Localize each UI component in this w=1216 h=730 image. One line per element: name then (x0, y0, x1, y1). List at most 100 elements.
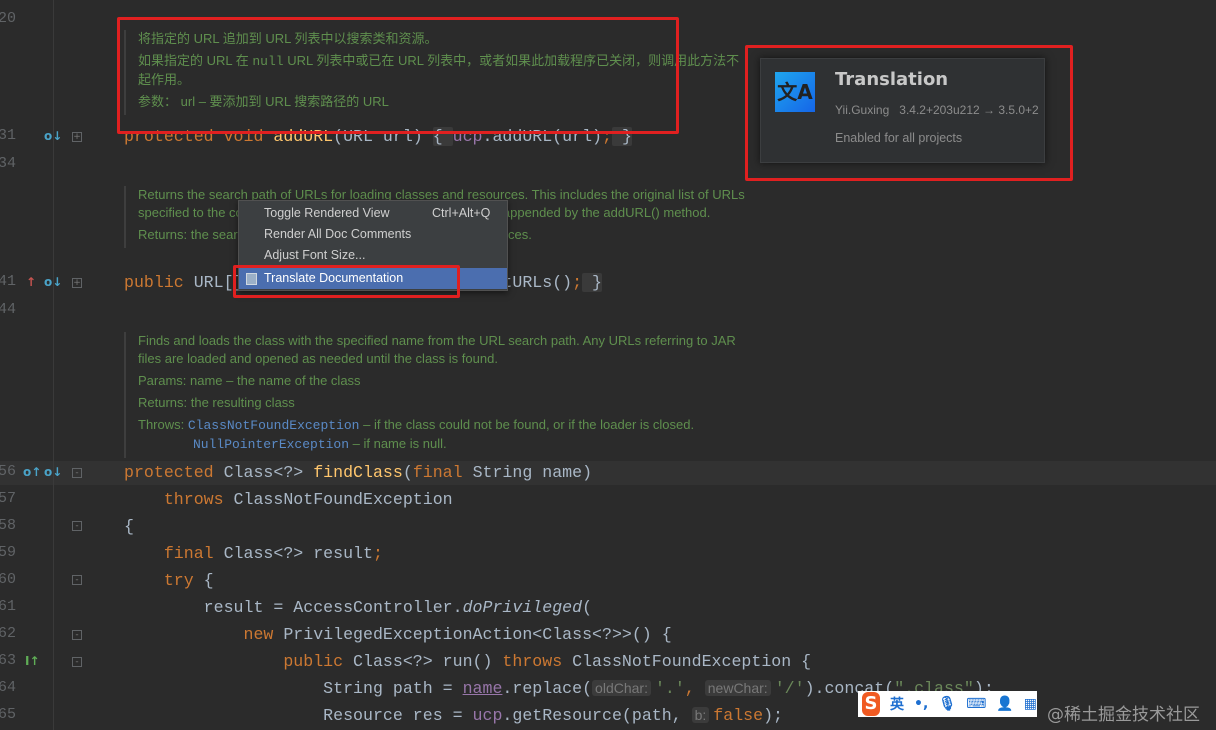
menu-item-label: Adjust Font Size... (264, 248, 366, 262)
parameter-hint: oldChar: (592, 680, 651, 696)
code-token: } (582, 273, 603, 292)
doc-text: – if the class could not be found, or if… (359, 417, 695, 432)
implementing-method-icon[interactable]: o↓ (44, 129, 62, 143)
doc-returns: Returns: the resulting class (138, 395, 295, 410)
code-token: { (203, 571, 214, 590)
line-number: 31 (0, 127, 17, 144)
fold-toggle[interactable]: - (72, 521, 82, 531)
code-line[interactable]: result = AccessController.doPrivileged( (124, 598, 592, 618)
implements-icon[interactable]: I↑ (25, 654, 40, 668)
code-token: ); (763, 706, 784, 725)
code-line[interactable]: Resource res = ucp.getResource(path, b: f… (124, 706, 783, 726)
punctuation-toggle[interactable]: •, (914, 696, 928, 712)
fold-toggle[interactable]: + (72, 278, 82, 288)
annotation-box (117, 17, 679, 134)
doc-params: Params: name – the name of the class (138, 373, 361, 388)
code-line[interactable]: new PrivilegedExceptionAction<Class<?>>(… (124, 625, 672, 645)
code-token: ucp (472, 706, 503, 725)
fold-toggle[interactable]: - (72, 468, 82, 478)
code-token: protected (124, 463, 224, 482)
fold-toggle[interactable]: + (72, 132, 82, 142)
doc-text: – if name is null. (349, 436, 447, 451)
line-number: 62 (0, 625, 17, 642)
menu-shortcut: Ctrl+Alt+Q (432, 206, 491, 220)
line-number: 56 (0, 463, 17, 480)
code-token: public (124, 652, 354, 671)
code-token: '.' (654, 679, 685, 698)
menu-item-adjust-font[interactable]: Adjust Font Size... (239, 245, 507, 266)
gutter-divider (53, 0, 54, 730)
line-number: 58 (0, 517, 17, 534)
watermark: @稀土掘金技术社区 (1047, 705, 1200, 725)
menu-item-render-all[interactable]: Render All Doc Comments (239, 224, 507, 245)
menu-item-label: Render All Doc Comments (264, 227, 412, 241)
code-token: throws (502, 652, 573, 671)
line-number: 61 (0, 598, 17, 615)
code-token: public (124, 273, 194, 292)
doc-text: Finds and loads the class with the speci… (138, 333, 736, 366)
user-skin-icon[interactable]: 👤 (996, 696, 1013, 712)
code-token: { (124, 517, 134, 536)
code-token: result = AccessController. (124, 598, 463, 617)
fold-toggle[interactable]: - (72, 630, 82, 640)
code-line[interactable]: { (124, 517, 134, 537)
code-token: String name) (472, 463, 593, 482)
line-number: 20 (0, 10, 17, 27)
code-token: ClassNotFoundException (233, 490, 453, 509)
code-token: ClassNotFoundException { (572, 652, 812, 671)
code-token: , (684, 679, 705, 698)
code-line[interactable]: throws ClassNotFoundException (124, 490, 453, 510)
code-token: name (462, 679, 503, 698)
code-line[interactable]: try { (124, 571, 214, 591)
fold-toggle[interactable]: - (72, 575, 82, 585)
code-token: final (124, 544, 224, 563)
code-token: .getResource(path, (502, 706, 692, 725)
line-number: 44 (0, 301, 17, 318)
rendered-doc-find-class[interactable]: Finds and loads the class with the speci… (124, 332, 748, 458)
parameter-hint: b: (691, 707, 710, 723)
line-number: 64 (0, 679, 17, 696)
implementing-method-icon[interactable]: o↓ (44, 465, 62, 479)
code-token: ( (582, 598, 593, 617)
annotation-box (233, 265, 460, 298)
line-number: 34 (0, 155, 17, 172)
code-line[interactable]: protected Class<?> findClass(final Strin… (124, 463, 592, 483)
code-token: Resource res = (124, 706, 473, 725)
code-token: throws (124, 490, 234, 509)
fold-toggle[interactable]: - (72, 657, 82, 667)
code-token: .replace( (502, 679, 593, 698)
line-number: 60 (0, 571, 17, 588)
microphone-icon[interactable]: 🎙 (938, 696, 956, 712)
code-token: new (124, 625, 284, 644)
code-token: Class<?> run() (353, 652, 503, 671)
code-token: findClass (313, 463, 403, 482)
code-token: false (713, 706, 764, 725)
line-number: 65 (0, 706, 17, 723)
apps-grid-icon[interactable]: ▦ (1024, 696, 1037, 712)
menu-item-toggle-rendered-view[interactable]: Toggle Rendered View Ctrl+Alt+Q (239, 203, 507, 224)
menu-item-label: Toggle Rendered View (264, 206, 390, 220)
annotation-box (745, 45, 1073, 181)
implementing-method-icon[interactable]: o↓ (44, 275, 62, 289)
language-toggle[interactable]: 英 (890, 694, 904, 714)
line-number: 63 (0, 652, 17, 669)
code-token: final (412, 463, 473, 482)
code-line[interactable]: final Class<?> result; (124, 544, 383, 564)
line-number: 41 (0, 273, 17, 290)
override-method-icon[interactable]: ↑ (26, 275, 36, 289)
code-token: ; (572, 273, 583, 292)
exception-link[interactable]: ClassNotFoundException (188, 418, 360, 433)
line-number: 57 (0, 490, 17, 507)
ime-toolbar: S 英 •, 🎙 ⌨ 👤 ▦ (858, 691, 1037, 717)
overrides-icon[interactable]: o↑ (23, 465, 41, 479)
code-token: '/' (774, 679, 805, 698)
code-token: PrivilegedExceptionAction<Class<?>>() { (283, 625, 672, 644)
code-token: Class<?> (223, 463, 314, 482)
sogou-logo[interactable]: S (862, 692, 881, 716)
exception-link[interactable]: NullPointerException (193, 437, 349, 452)
keyboard-icon[interactable]: ⌨ (966, 696, 986, 712)
line-number: 59 (0, 544, 17, 561)
code-token: ( (402, 463, 413, 482)
code-line[interactable]: public Class<?> run() throws ClassNotFou… (124, 652, 811, 672)
code-token: String path = (124, 679, 463, 698)
